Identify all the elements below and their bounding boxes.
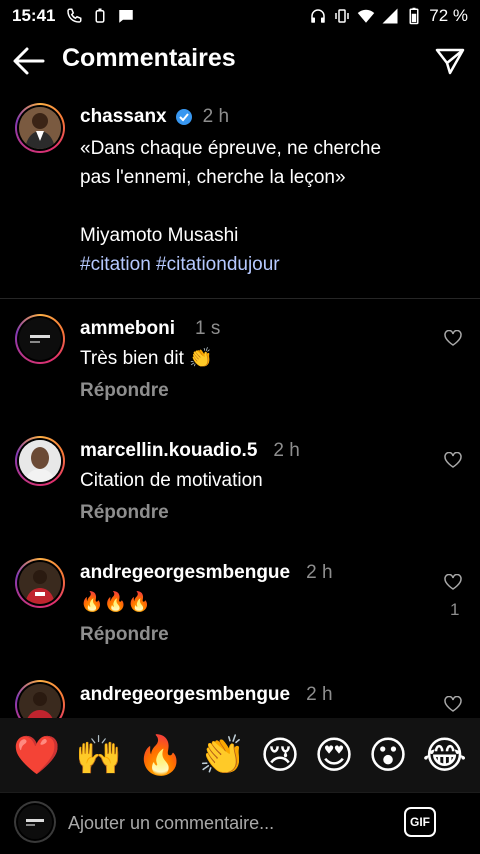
call-icon [67,8,82,23]
wifi-icon [358,9,375,23]
emoji-clap-button[interactable]: 👏 [198,736,245,774]
comment-username[interactable]: andregeorgesmbengue [80,562,290,584]
avatar[interactable] [15,436,65,486]
comment-text: 🔥🔥🔥 [80,591,151,613]
signal-icon [382,8,398,24]
avatar[interactable] [15,103,65,153]
comment-input-bar: Ajouter un commentaire... GIF [0,792,480,854]
emoji-cry-button[interactable]: 😢 [260,736,300,774]
caption-author: Miyamoto Musashi [80,225,239,246]
caption-time: 2 h [202,106,230,127]
like-heart-icon[interactable] [444,696,462,712]
caption-line: pas l'ennemi, cherche la leçon» [80,167,346,188]
avatar[interactable] [15,314,65,364]
emoji-raised-hands-button[interactable]: 🙌 [75,736,122,774]
emoji-surprised-button[interactable]: 😮 [368,736,408,774]
battery-level: 72 % [429,6,468,25]
profile-photo [19,440,61,482]
divider [0,298,480,299]
like-count[interactable]: 1 [450,600,459,620]
verified-badge-icon [175,109,192,125]
back-arrow-icon[interactable] [12,46,46,76]
reply-button[interactable]: Répondre [80,380,169,402]
share-icon[interactable] [434,46,466,76]
message-icon [119,10,134,23]
avatar[interactable] [15,558,65,608]
avatar[interactable] [15,680,65,718]
comment-username[interactable]: andregeorgesmbengue [80,684,290,706]
header: Commentaires [0,32,480,90]
status-time: 15:41 [12,6,56,25]
comment-time: 2 h [306,684,333,705]
emoji-fire-button[interactable]: 🔥 [137,736,184,774]
profile-photo [19,107,61,149]
comment-time: 1 s [195,318,221,339]
emoji-reaction-bar: ❤️ 🙌 🔥 👏 😢 😍 😮 😂 [0,718,480,792]
comment-text: Très bien dit 👏 [80,348,213,369]
caption-hashtags[interactable]: #citation #citationdujour [80,250,381,279]
comment-text: Citation de motivation [80,470,263,491]
caption-username[interactable]: chassanx [80,106,167,128]
headphones-icon [311,9,325,23]
like-heart-icon[interactable] [444,330,462,346]
reply-button[interactable]: Répondre [80,502,169,524]
status-bar: 15:41 72 % [0,0,480,32]
comment-username[interactable]: ammeboni [80,318,175,340]
vibrate-icon [335,9,349,23]
comment-username[interactable]: marcellin.kouadio.5 [80,440,257,462]
like-heart-icon[interactable] [444,452,462,468]
emoji-laughing-button[interactable]: 😂 [422,736,466,774]
comment-time: 2 h [306,562,333,583]
caption-line: «Dans chaque épreuve, ne cherche [80,138,382,159]
comment-item: andregeorgesmbengue 2 h [0,678,480,718]
comment-time: 2 h [273,440,300,461]
like-heart-icon[interactable] [444,574,462,590]
gif-button[interactable]: GIF [404,807,436,837]
emoji-heart-button[interactable]: ❤️ [13,736,60,774]
emoji-heart-eyes-button[interactable]: 😍 [314,736,354,774]
page-title: Commentaires [62,44,236,72]
comment-input[interactable]: Ajouter un commentaire... [68,813,274,834]
avatar [14,801,56,843]
reply-button[interactable]: Répondre [80,624,169,646]
profile-photo [19,318,61,360]
battery-icon [409,7,419,25]
profile-photo [18,805,52,839]
profile-photo [19,684,61,718]
notification-icon [95,8,105,23]
profile-photo [19,562,61,604]
